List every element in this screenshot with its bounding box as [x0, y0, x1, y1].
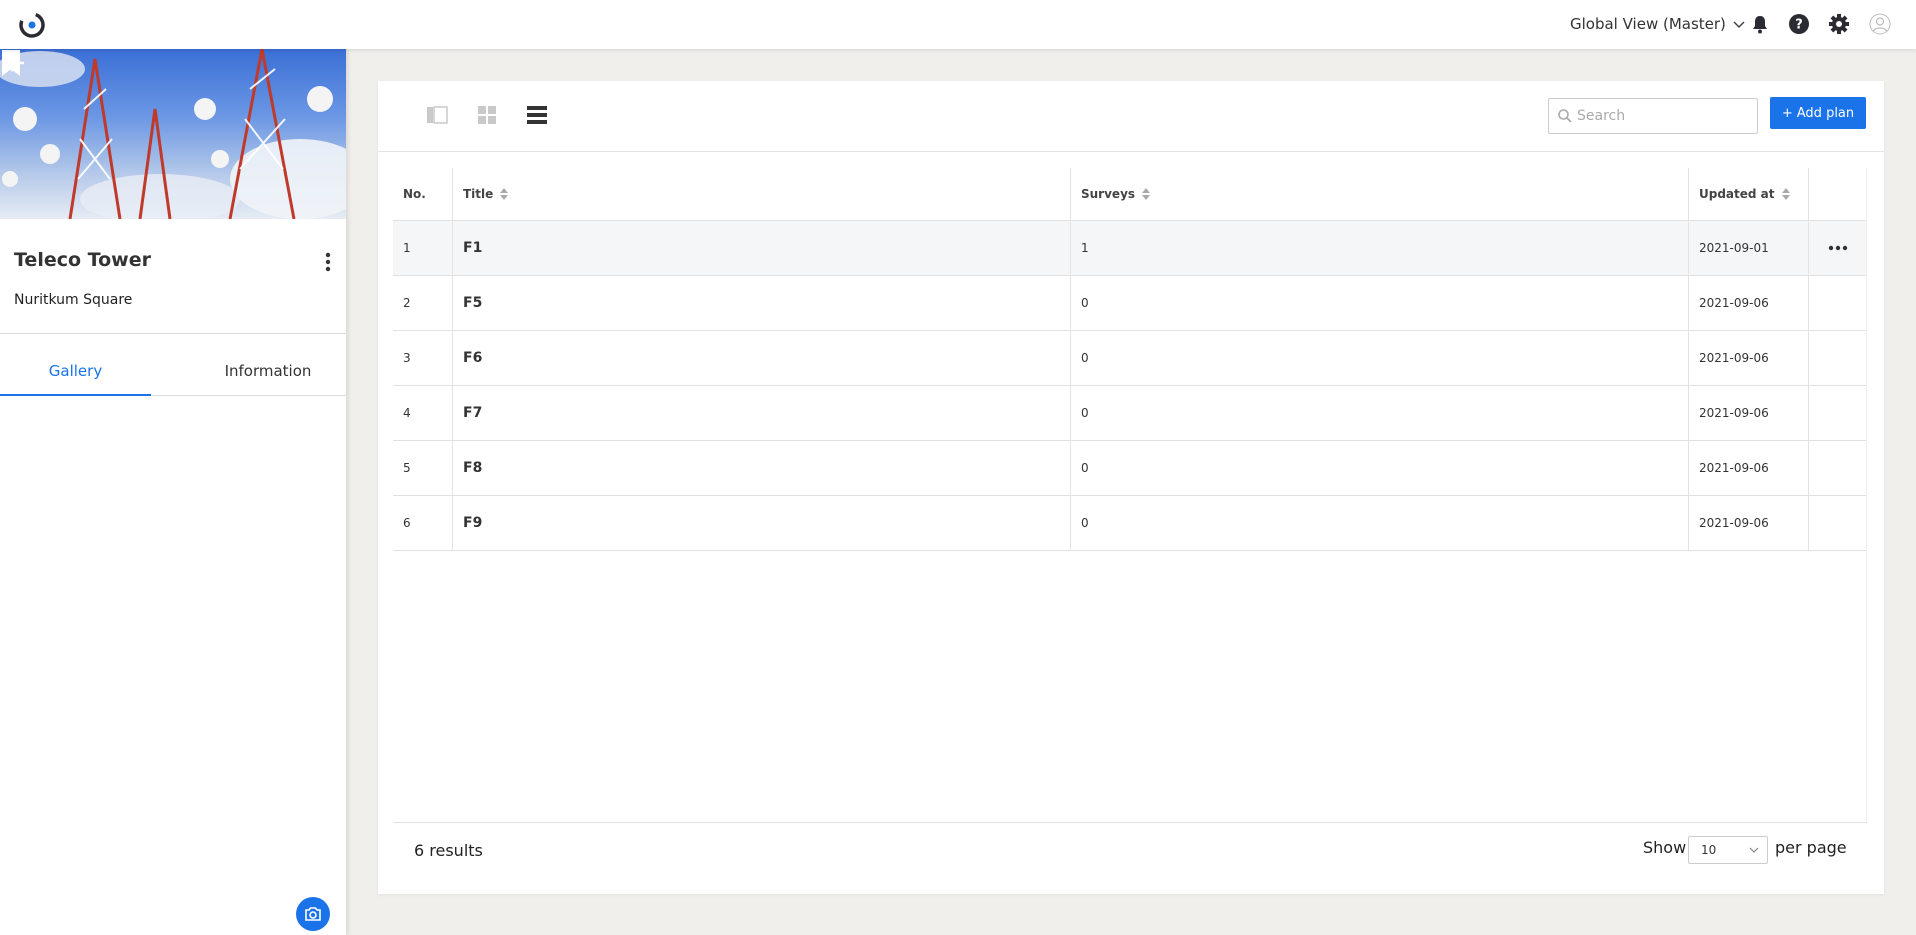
row-surveys: 0: [1071, 441, 1689, 495]
help-icon[interactable]: ?: [1788, 13, 1810, 35]
more-horizontal-icon[interactable]: [1827, 244, 1849, 252]
row-title[interactable]: F9: [463, 515, 482, 531]
app-logo-icon[interactable]: [17, 10, 47, 40]
gear-icon[interactable]: [1828, 13, 1850, 35]
row-updated-at: 2021-09-06: [1689, 441, 1809, 495]
site-cover-image: [0, 49, 346, 219]
bookmark-icon[interactable]: [0, 49, 22, 77]
row-actions: [1809, 276, 1867, 330]
table-row[interactable]: 6 F9 0 2021-09-06: [393, 496, 1867, 551]
column-header-no: No.: [393, 168, 453, 220]
row-number: 3: [393, 331, 453, 385]
row-updated-at: 2021-09-06: [1689, 331, 1809, 385]
per-page-label: per page: [1775, 838, 1847, 857]
per-page-value: 10: [1701, 843, 1717, 857]
plus-icon: +: [1781, 105, 1793, 121]
row-number: 1: [393, 221, 453, 275]
search-icon: [1558, 109, 1572, 123]
list-view-icon[interactable]: [525, 103, 549, 127]
row-title[interactable]: F5: [463, 295, 482, 311]
row-updated-at: 2021-09-06: [1689, 386, 1809, 440]
row-updated-at: 2021-09-01: [1689, 221, 1809, 275]
table-row[interactable]: 1 F1 1 2021-09-01: [393, 221, 1867, 276]
row-actions: [1809, 386, 1867, 440]
table-row[interactable]: 3 F6 0 2021-09-06: [393, 331, 1867, 386]
table-header: No. Title Surveys Updated at: [393, 168, 1867, 221]
per-page-select[interactable]: 10: [1688, 836, 1768, 864]
row-title[interactable]: F1: [463, 240, 482, 256]
divider: [393, 822, 1867, 823]
column-header-surveys[interactable]: Surveys: [1071, 168, 1689, 220]
table-row[interactable]: 2 F5 0 2021-09-06: [393, 276, 1867, 331]
split-view-icon[interactable]: [425, 103, 449, 127]
row-surveys: 0: [1071, 331, 1689, 385]
row-number: 5: [393, 441, 453, 495]
row-surveys: 0: [1071, 386, 1689, 440]
search-box: [1548, 98, 1758, 134]
camera-icon: [305, 907, 321, 921]
row-title[interactable]: F6: [463, 350, 482, 366]
column-header-actions: [1809, 168, 1867, 220]
sidebar-tabs: Gallery Information: [0, 356, 346, 396]
row-surveys: 0: [1071, 496, 1689, 550]
tab-gallery[interactable]: Gallery: [0, 356, 151, 396]
plans-card: + Add plan No. Title Surveys Updated at …: [378, 81, 1884, 894]
account-switcher[interactable]: Global View (Master): [1570, 15, 1746, 33]
row-actions: [1809, 496, 1867, 550]
site-subtitle: Nuritkum Square: [14, 292, 133, 308]
search-input[interactable]: [1577, 99, 1753, 133]
row-surveys: 1: [1071, 221, 1689, 275]
svg-text:?: ?: [1795, 18, 1803, 33]
row-updated-at: 2021-09-06: [1689, 496, 1809, 550]
row-actions: [1809, 331, 1867, 385]
site-title: Teleco Tower: [14, 249, 151, 271]
divider: [0, 333, 346, 334]
results-count: 6 results: [414, 841, 483, 860]
column-header-updated-at[interactable]: Updated at: [1689, 168, 1809, 220]
sort-icon: [1142, 188, 1151, 200]
row-actions: [1809, 441, 1867, 495]
row-title[interactable]: F7: [463, 405, 482, 421]
site-sidebar: Teleco Tower Nuritkum Square Gallery Inf…: [0, 49, 346, 935]
table-row[interactable]: 4 F7 0 2021-09-06: [393, 386, 1867, 441]
column-header-title[interactable]: Title: [453, 168, 1071, 220]
tab-information[interactable]: Information: [190, 356, 346, 396]
chevron-down-icon: [1749, 847, 1759, 853]
more-vertical-icon[interactable]: [318, 250, 338, 274]
table-row[interactable]: 5 F8 0 2021-09-06: [393, 441, 1867, 496]
divider: [1866, 168, 1867, 823]
row-title[interactable]: F8: [463, 460, 482, 476]
add-plan-button[interactable]: + Add plan: [1770, 97, 1866, 129]
add-plan-label: Add plan: [1796, 105, 1855, 121]
row-number: 2: [393, 276, 453, 330]
tower-photo: [0, 49, 346, 219]
add-photo-button[interactable]: [296, 897, 330, 931]
divider: [378, 151, 1884, 152]
bell-icon[interactable]: [1749, 13, 1771, 35]
row-surveys: 0: [1071, 276, 1689, 330]
row-number: 6: [393, 496, 453, 550]
avatar[interactable]: [1869, 13, 1891, 35]
chevron-down-icon: [1733, 21, 1745, 29]
sort-icon: [1781, 188, 1790, 200]
top-bar: Global View (Master) ?: [0, 0, 1916, 49]
row-updated-at: 2021-09-06: [1689, 276, 1809, 330]
row-number: 4: [393, 386, 453, 440]
show-label: Show: [1643, 838, 1687, 857]
grid-view-icon[interactable]: [475, 103, 499, 127]
plans-table: No. Title Surveys Updated at 1 F1 1 2021…: [393, 168, 1867, 551]
account-label: Global View (Master): [1570, 15, 1726, 33]
sort-icon: [500, 188, 509, 200]
